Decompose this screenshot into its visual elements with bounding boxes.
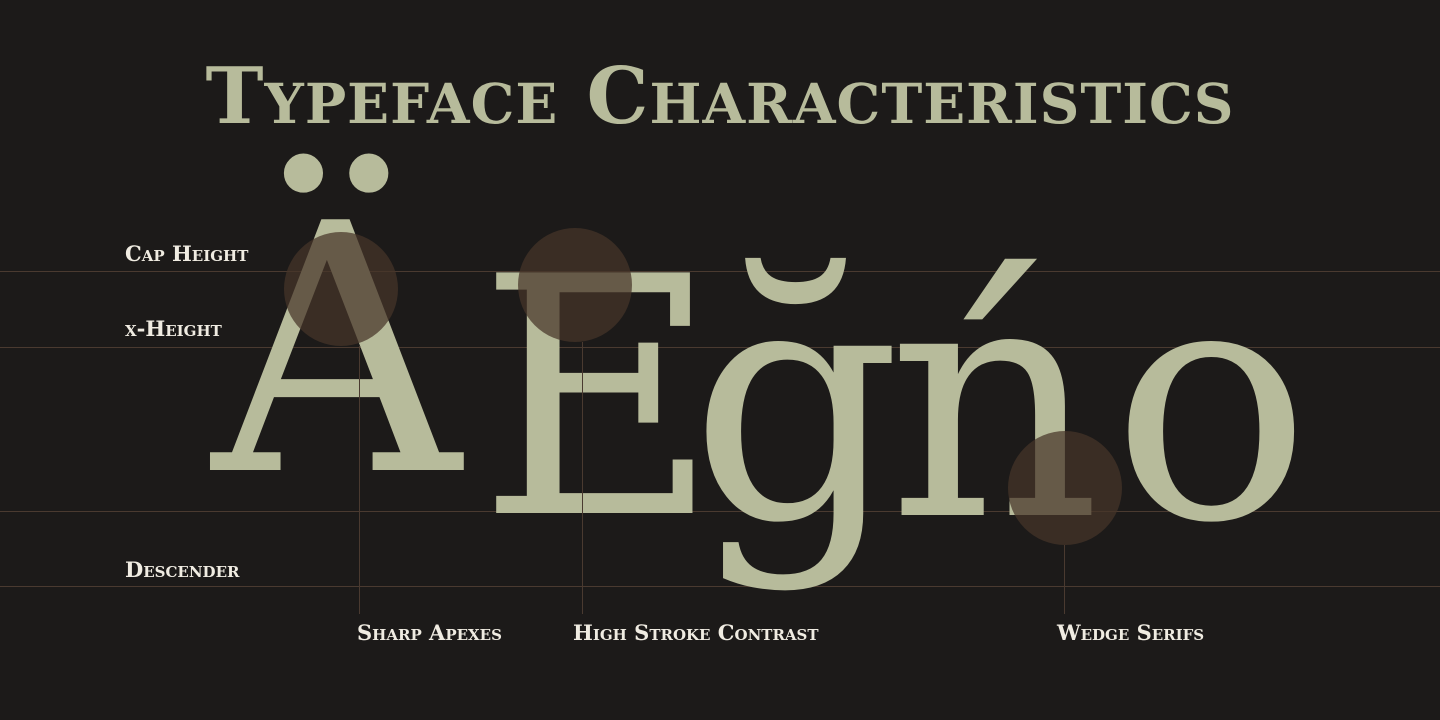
callout-high-stroke-contrast: High Stroke Contrast	[573, 620, 819, 645]
leader-line-stroke	[582, 342, 583, 614]
leader-line-serif	[1064, 545, 1065, 614]
highlight-circle-stroke	[518, 228, 632, 342]
callout-wedge-serifs: Wedge Serifs	[1057, 620, 1205, 645]
specimen-glyphs: Ä E ğ ń o	[0, 0, 1440, 720]
highlight-circle-serif	[1008, 431, 1122, 545]
callout-sharp-apexes: Sharp Apexes	[357, 620, 502, 645]
glyph-o: o	[1112, 211, 1311, 595]
highlight-circle-apex	[284, 232, 398, 346]
type-specimen-canvas: Typeface Characteristics Cap Height x-He…	[0, 0, 1440, 720]
leader-line-apex	[359, 346, 360, 614]
glyph-g-breve: ğ	[690, 211, 902, 595]
